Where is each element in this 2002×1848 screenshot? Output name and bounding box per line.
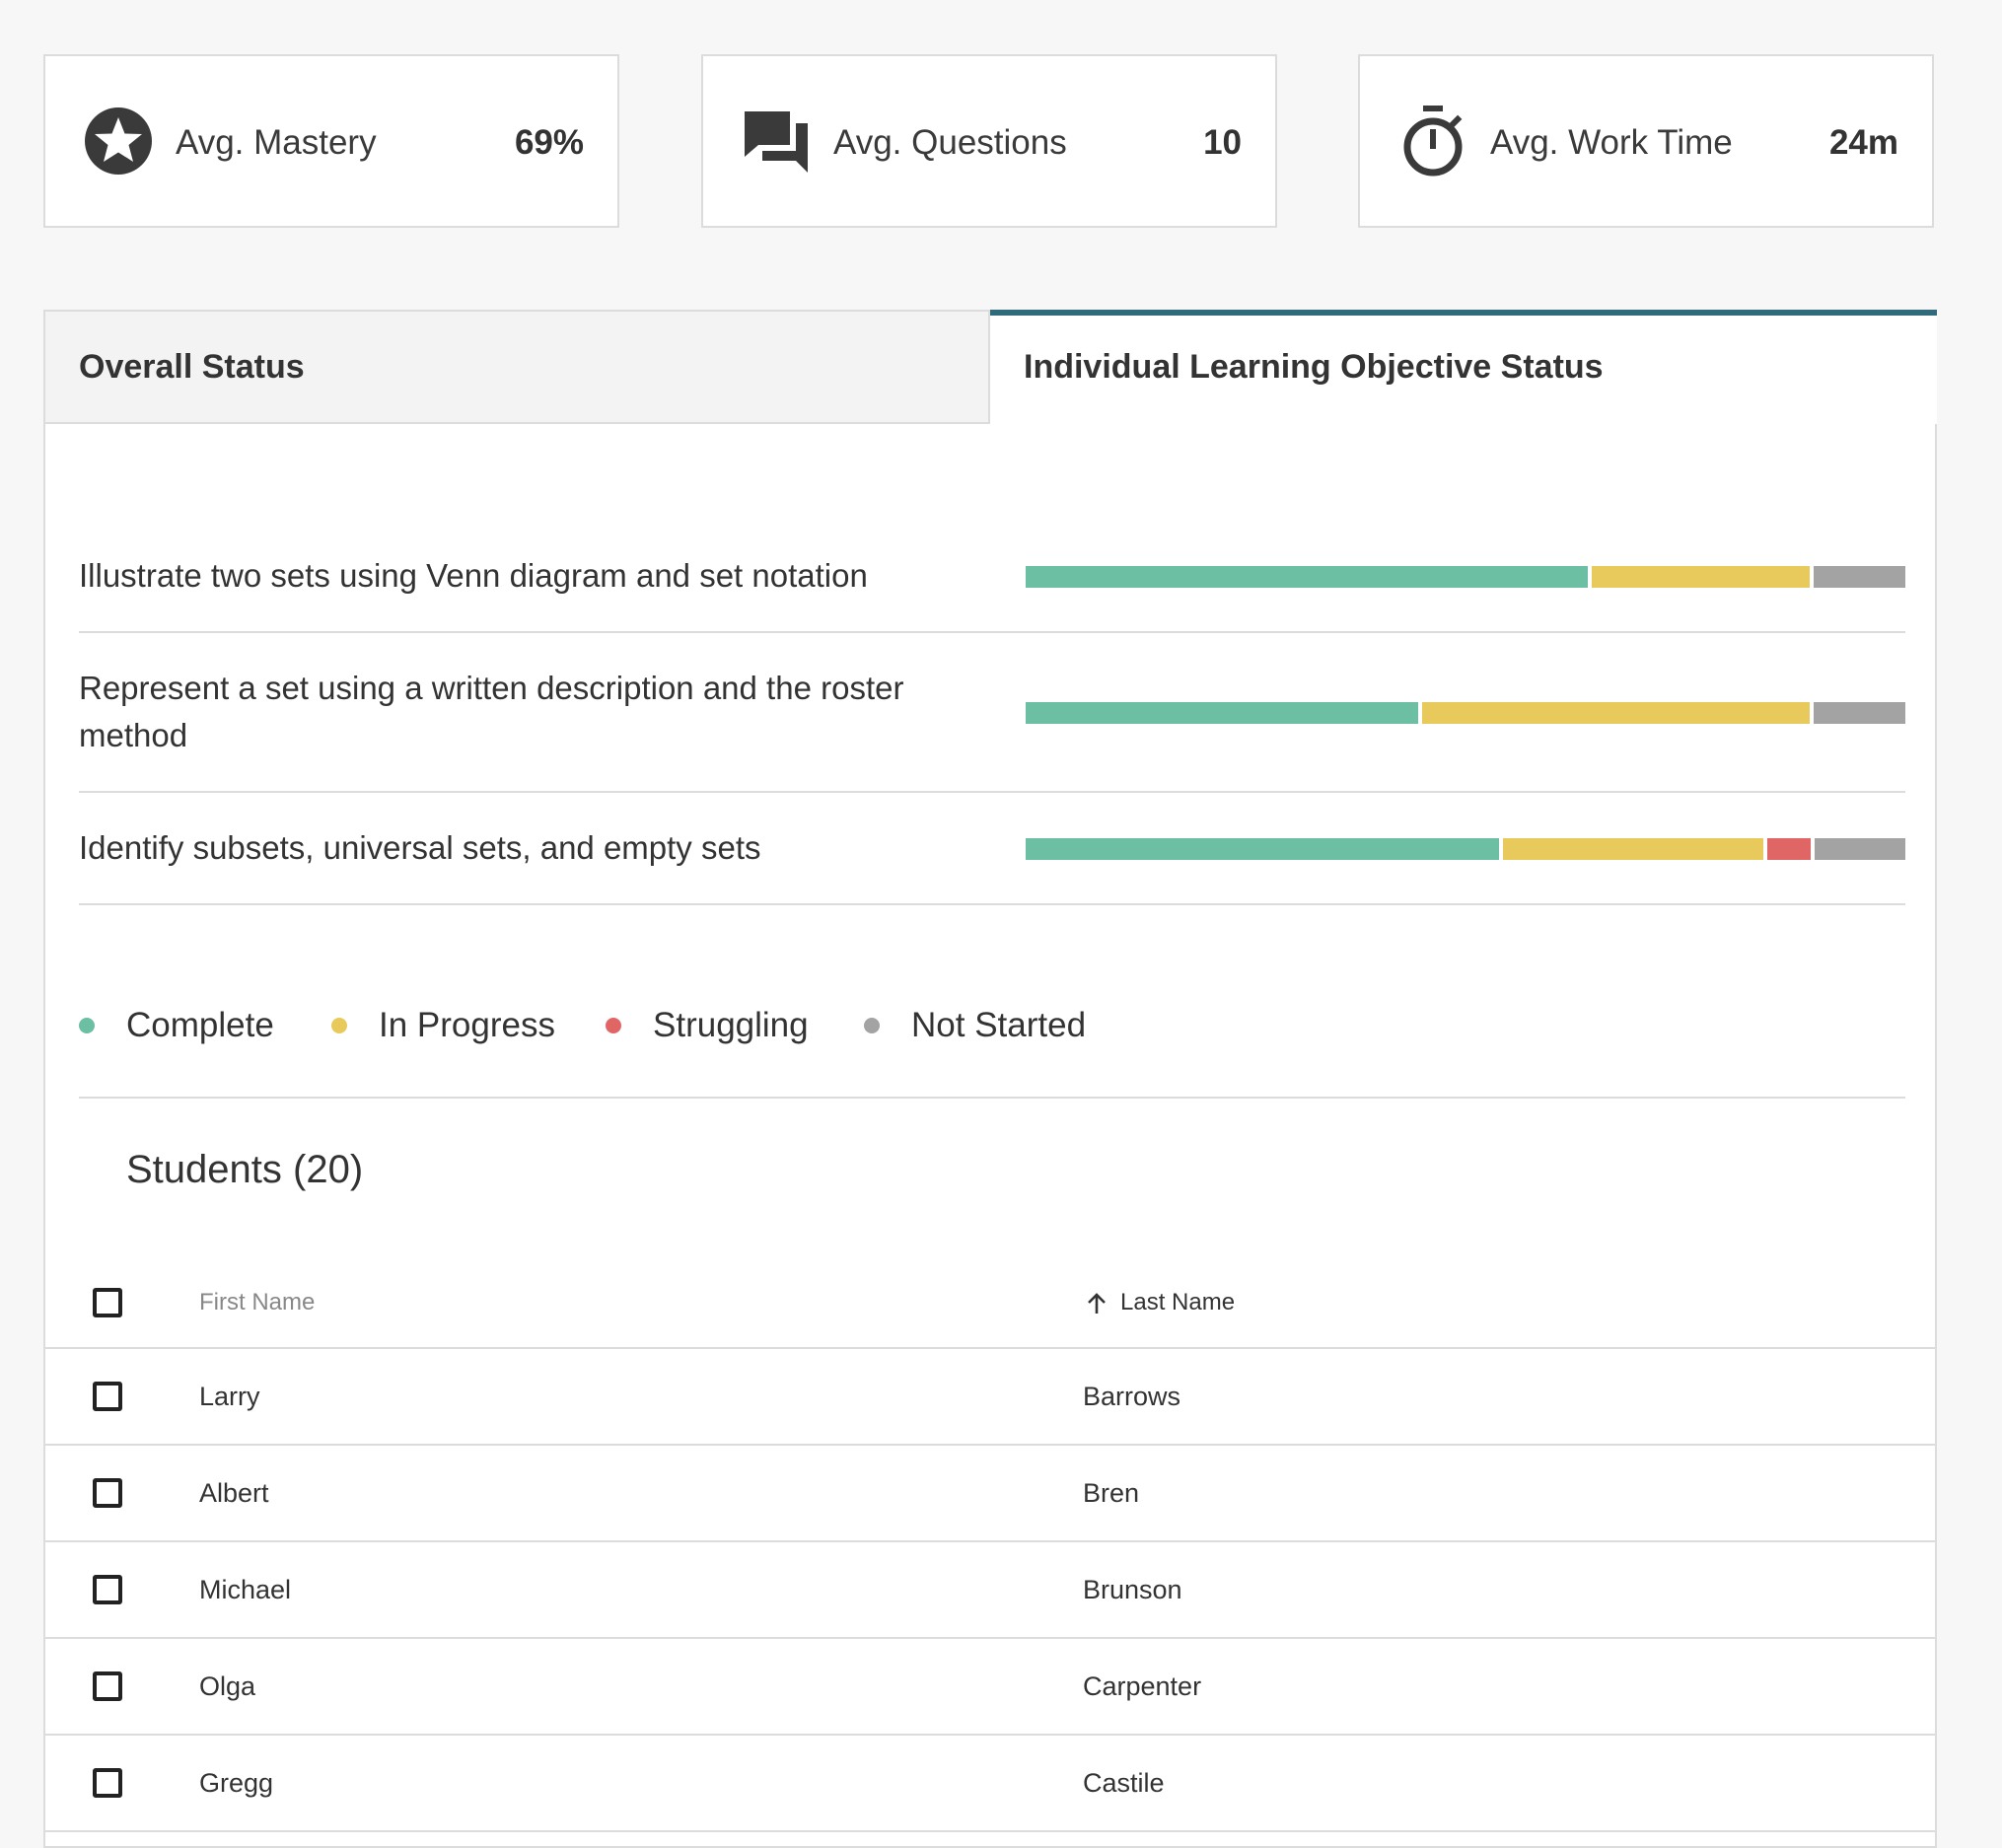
progress-segment-struggling: [1766, 838, 1811, 860]
objective-row: Represent a set using a written descript…: [79, 633, 1905, 793]
cell-last-name: Barrows: [1083, 1382, 1181, 1411]
row-checkbox[interactable]: [93, 1671, 122, 1701]
table-row[interactable]: Olga Carpenter: [45, 1639, 1935, 1736]
select-all-checkbox[interactable]: [93, 1288, 122, 1317]
cell-first-name: Larry: [199, 1382, 260, 1411]
row-checkbox[interactable]: [93, 1575, 122, 1604]
status-tabs: Overall Status Individual Learning Objec…: [43, 310, 1937, 426]
stat-card-mastery: Avg. Mastery 69%: [43, 54, 619, 228]
table-row[interactable]: Larry Barrows: [45, 1349, 1935, 1446]
students-heading: Students (20): [126, 1148, 364, 1191]
progress-segment-in-progress: [1421, 702, 1811, 724]
progress-segment-not-started: [1814, 702, 1905, 724]
legend-label-not-started: Not Started: [911, 1006, 1087, 1044]
stat-value: 24m: [1828, 123, 1898, 162]
legend-label-struggling: Struggling: [653, 1006, 809, 1044]
stat-label: Avg. Mastery: [176, 123, 377, 162]
legend-dot-in-progress: [331, 1018, 347, 1033]
objective-progress-bar: [1026, 566, 1905, 588]
stopwatch-icon: [1403, 106, 1463, 177]
progress-segment-not-started: [1814, 838, 1905, 860]
tab-individual-objective-status[interactable]: Individual Learning Objective Status: [990, 310, 1937, 424]
cell-first-name: Olga: [199, 1671, 256, 1701]
stat-card-work-time: Avg. Work Time 24m: [1358, 54, 1934, 228]
objective-progress-bar: [1026, 838, 1905, 860]
progress-segment-complete: [1026, 702, 1418, 724]
table-row[interactable]: Gregg Castile: [45, 1736, 1935, 1832]
legend-dot-struggling: [606, 1018, 621, 1033]
cell-first-name: Gregg: [199, 1768, 274, 1798]
row-checkbox[interactable]: [93, 1478, 122, 1508]
row-checkbox[interactable]: [93, 1768, 122, 1798]
row-checkbox[interactable]: [93, 1382, 122, 1411]
objective-text: Identify subsets, universal sets, and em…: [79, 829, 761, 866]
cell-first-name: Albert: [199, 1478, 269, 1508]
status-panel: Overall Status Individual Learning Objec…: [43, 310, 1937, 1848]
objective-text: Represent a set using a written descript…: [79, 670, 904, 753]
star-icon: [85, 107, 152, 175]
objective-row: Illustrate two sets using Venn diagram a…: [79, 521, 1905, 633]
legend-label-complete: Complete: [126, 1006, 274, 1044]
objective-text: Illustrate two sets using Venn diagram a…: [79, 557, 868, 594]
legend-label-in-progress: In Progress: [379, 1006, 555, 1044]
progress-segment-in-progress: [1592, 566, 1811, 588]
objectives-list: Illustrate two sets using Venn diagram a…: [79, 521, 1905, 905]
progress-segment-in-progress: [1502, 838, 1763, 860]
progress-segment-complete: [1026, 566, 1589, 588]
cell-last-name: Bren: [1083, 1478, 1140, 1508]
stat-label: Avg. Work Time: [1490, 123, 1733, 162]
legend-dot-complete: [79, 1018, 95, 1033]
progress-segment-not-started: [1814, 566, 1905, 588]
cell-last-name: Castile: [1083, 1768, 1165, 1798]
progress-segment-complete: [1026, 838, 1499, 860]
objective-row: Identify subsets, universal sets, and em…: [79, 793, 1905, 905]
legend-dot-not-started: [864, 1018, 880, 1033]
stat-value: 10: [1203, 123, 1242, 162]
chat-icon: [745, 111, 808, 173]
table-row[interactable]: Albert Bren: [45, 1446, 1935, 1542]
column-header-last-name-label: Last Name: [1120, 1289, 1236, 1315]
cell-last-name: Brunson: [1083, 1575, 1182, 1604]
status-legend: Complete In Progress Struggling Not Star…: [79, 953, 1905, 1099]
cell-last-name: Carpenter: [1083, 1671, 1202, 1701]
table-row[interactable]: Michael Brunson: [45, 1542, 1935, 1639]
column-header-first-name[interactable]: First Name: [199, 1258, 315, 1347]
objective-progress-bar: [1026, 702, 1905, 724]
cell-first-name: Michael: [199, 1575, 292, 1604]
tab-overall-status[interactable]: Overall Status: [43, 310, 990, 424]
students-table: First Name Last Name Larry Barrows Albert B…: [45, 1258, 1935, 1832]
stat-label: Avg. Questions: [833, 123, 1067, 162]
arrow-up-icon: [1088, 1293, 1106, 1314]
stat-card-questions: Avg. Questions 10: [701, 54, 1277, 228]
table-header: First Name Last Name: [45, 1258, 1935, 1349]
stat-value: 69%: [514, 123, 584, 162]
stats-bar: Avg. Mastery 69% Avg. Questions 10 Avg. …: [43, 54, 1937, 232]
